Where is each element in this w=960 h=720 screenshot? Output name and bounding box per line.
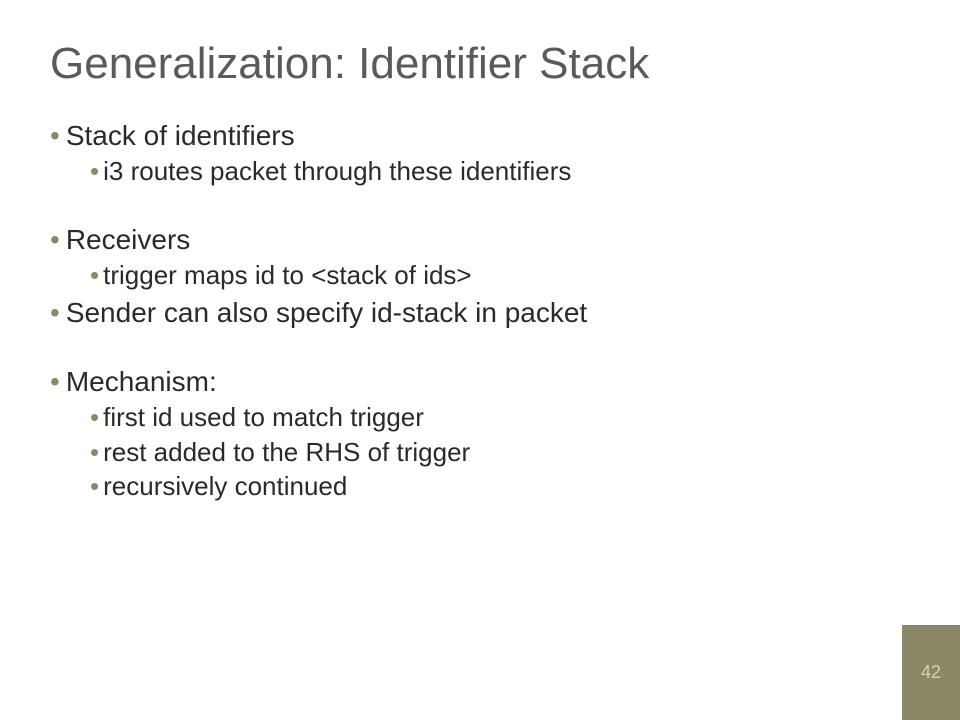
bullet-text: first id used to match trigger	[103, 402, 424, 432]
bullet-l1: •Mechanism:	[50, 364, 910, 399]
bullet-l1: •Receivers	[50, 222, 910, 257]
bullet-icon: •	[90, 402, 99, 432]
bullet-text: Stack of identifiers	[66, 120, 295, 151]
bullet-text: Receivers	[66, 224, 190, 255]
bullet-icon: •	[90, 437, 99, 467]
spacer	[50, 330, 910, 360]
bullet-l2: •i3 routes packet through these identifi…	[90, 155, 910, 188]
bullet-icon: •	[90, 156, 99, 186]
page-number: 42	[921, 662, 941, 683]
spacer	[50, 188, 910, 218]
bullet-l2: •first id used to match trigger	[90, 401, 910, 434]
bullet-icon: •	[90, 260, 99, 290]
bullet-icon: •	[50, 224, 60, 255]
bullet-l2: •trigger maps id to <stack of ids>	[90, 259, 910, 292]
bullet-l1: •Sender can also specify id-stack in pac…	[50, 295, 910, 330]
bullet-text: Sender can also specify id-stack in pack…	[66, 297, 587, 328]
bullet-icon: •	[50, 297, 60, 328]
bullet-text: trigger maps id to <stack of ids>	[103, 260, 472, 290]
bullet-text: i3 routes packet through these identifie…	[103, 156, 571, 186]
bullet-icon: •	[90, 471, 99, 501]
slide-body: •Stack of identifiers •i3 routes packet …	[50, 118, 910, 503]
slide: Generalization: Identifier Stack •Stack …	[0, 0, 960, 720]
bullet-l2: •rest added to the RHS of trigger	[90, 436, 910, 469]
bullet-l2: •recursively continued	[90, 470, 910, 503]
bullet-text: Mechanism:	[66, 366, 217, 397]
bullet-icon: •	[50, 366, 60, 397]
page-number-box: 42	[902, 625, 960, 720]
bullet-icon: •	[50, 120, 60, 151]
bullet-text: rest added to the RHS of trigger	[103, 437, 470, 467]
bullet-l1: •Stack of identifiers	[50, 118, 910, 153]
bullet-text: recursively continued	[103, 471, 347, 501]
slide-title: Generalization: Identifier Stack	[50, 40, 910, 88]
